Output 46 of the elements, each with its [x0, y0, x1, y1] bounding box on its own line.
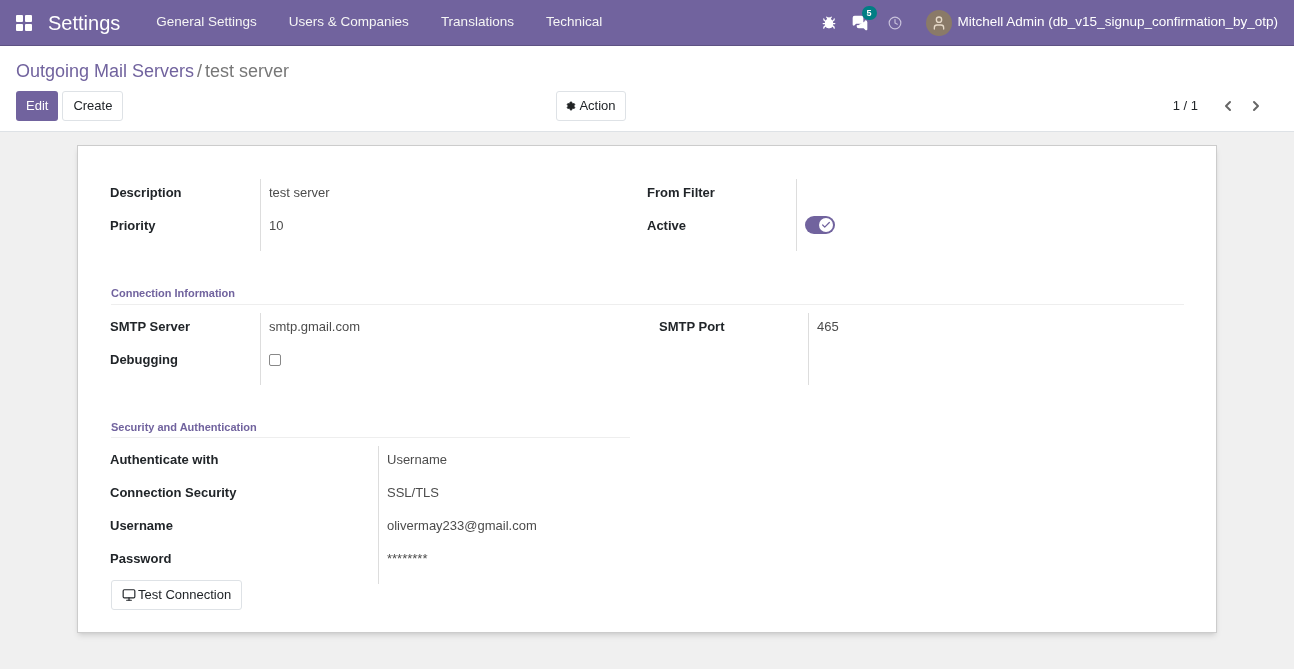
- apps-grid-icon[interactable]: [16, 14, 32, 31]
- monitor-icon: [122, 588, 136, 602]
- bug-icon[interactable]: [821, 15, 836, 30]
- field-label: Description: [110, 184, 182, 202]
- avatar[interactable]: [925, 9, 952, 36]
- test-connection-button[interactable]: Test Connection: [111, 580, 243, 610]
- breadcrumb-separator: /: [197, 60, 203, 83]
- field-value: olivermay233@gmail.com: [387, 517, 537, 535]
- chat-icon[interactable]: [851, 14, 868, 31]
- create-button[interactable]: Create: [62, 91, 124, 121]
- field-value: smtp.gmail.com: [269, 317, 361, 336]
- field-label: Connection Security: [110, 484, 237, 502]
- field-label: Debugging: [110, 350, 178, 369]
- app-title[interactable]: Settings: [48, 7, 121, 38]
- field-label: From Filter: [647, 184, 715, 202]
- breadcrumb-current: test server: [205, 60, 290, 83]
- field-label: SMTP Server: [110, 317, 190, 336]
- field-value: test server: [269, 184, 330, 202]
- field-label: SMTP Port: [659, 317, 725, 336]
- action-button[interactable]: Action: [556, 91, 626, 121]
- breadcrumb-link[interactable]: Outgoing Mail Servers: [16, 58, 195, 85]
- user-name[interactable]: Mitchell Admin (db_v15_signup_confirmation_by_otp): [957, 12, 1278, 33]
- section-title: Connection Information: [111, 285, 1184, 305]
- nav-menu-item[interactable]: Translations: [424, 12, 530, 33]
- clock-icon[interactable]: [887, 15, 902, 30]
- field-label: Username: [110, 517, 173, 535]
- checkbox[interactable]: [269, 353, 281, 366]
- field-value: 10: [269, 217, 284, 235]
- field-label: Password: [110, 550, 172, 568]
- field-label: Priority: [110, 217, 156, 235]
- field-value: Username: [387, 451, 447, 469]
- nav-menu-item[interactable]: General Settings: [140, 12, 273, 33]
- pager-value: 1 / 1: [1172, 97, 1198, 116]
- nav-menu-item[interactable]: Technical: [529, 12, 619, 33]
- message-count-badge: 5: [861, 5, 877, 20]
- section-title: Security and Authentication: [111, 418, 630, 438]
- field-value: 465: [817, 317, 839, 336]
- field-value: SSL/TLS: [387, 484, 440, 502]
- nav-menu-item[interactable]: Users & Companies: [272, 12, 425, 33]
- field-label: Authenticate with: [110, 451, 219, 469]
- check-icon: [821, 220, 831, 230]
- active-toggle[interactable]: [805, 216, 835, 234]
- field-label: Active: [647, 217, 687, 235]
- field-value: ********: [387, 550, 428, 568]
- gear-icon: [566, 101, 577, 111]
- edit-button[interactable]: Edit: [16, 91, 59, 121]
